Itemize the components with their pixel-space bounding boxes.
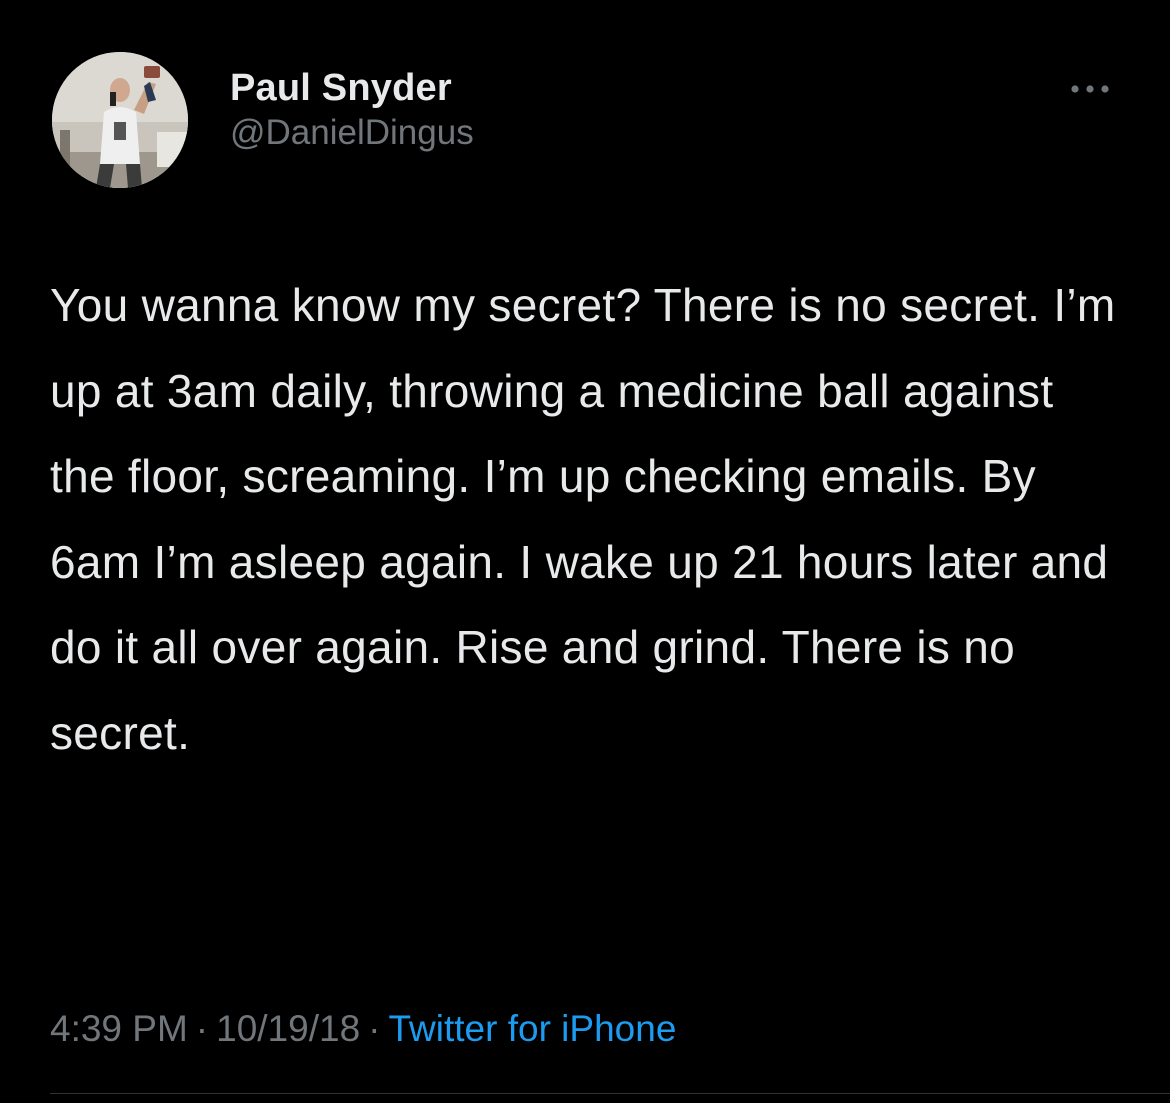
profile-photo-icon bbox=[52, 52, 188, 188]
author-avatar[interactable] bbox=[52, 52, 188, 188]
tweet-text: You wanna know my secret? There is no se… bbox=[50, 279, 1116, 759]
tweet-metadata: 4:39 PM · 10/19/18 · Twitter for iPhone bbox=[50, 1004, 676, 1054]
author-handle[interactable]: @DanielDingus bbox=[230, 111, 474, 155]
separator-dot: · bbox=[368, 1008, 381, 1049]
tweet: Paul Snyder @DanielDingus You wanna know… bbox=[0, 0, 1170, 1103]
divider bbox=[50, 1093, 1170, 1094]
tweet-time[interactable]: 4:39 PM bbox=[50, 1008, 188, 1049]
more-horizontal-icon bbox=[1071, 85, 1109, 93]
tweet-source-link[interactable]: Twitter for iPhone bbox=[388, 1008, 676, 1049]
author-info: Paul Snyder @DanielDingus bbox=[230, 66, 474, 155]
more-options-button[interactable] bbox=[1060, 74, 1120, 104]
author-display-name[interactable]: Paul Snyder bbox=[230, 66, 474, 110]
tweet-date[interactable]: 10/19/18 bbox=[216, 1008, 360, 1049]
separator-dot: · bbox=[195, 1008, 209, 1049]
